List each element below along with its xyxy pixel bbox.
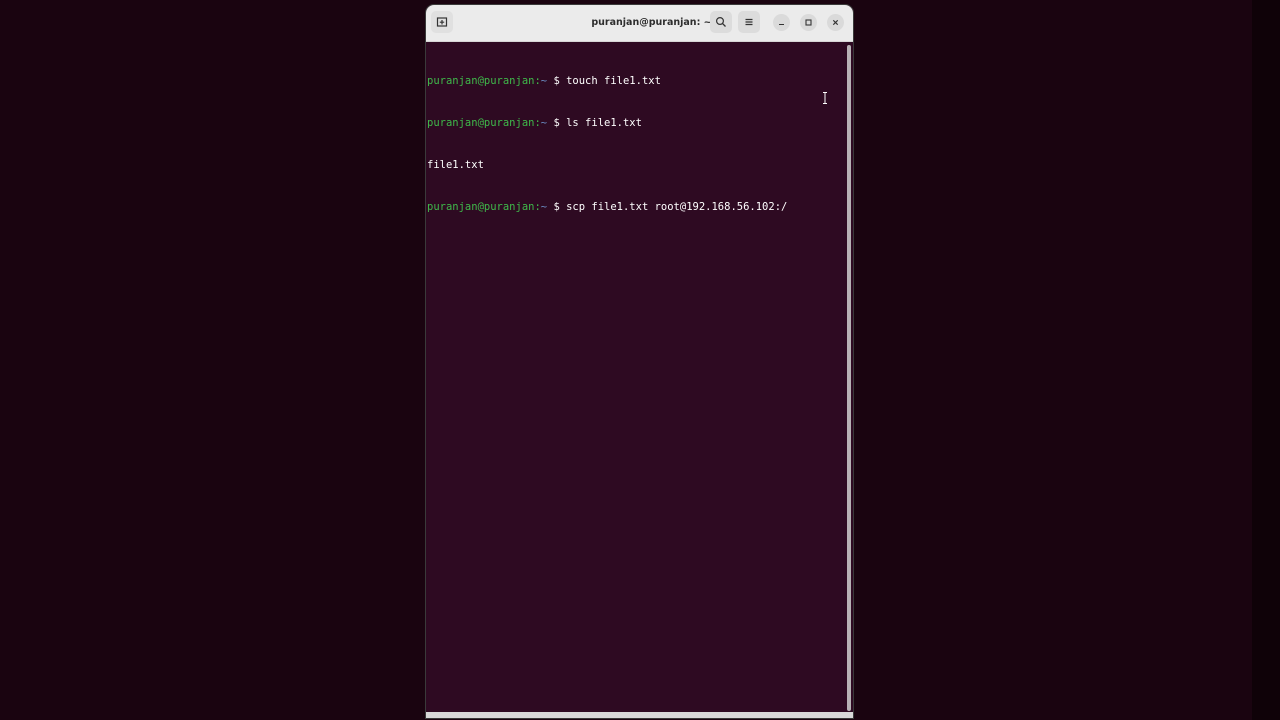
hamburger-menu-icon bbox=[745, 18, 753, 26]
command-text: scp file1.txt root@192.168.56.102:/ bbox=[566, 201, 788, 213]
terminal-window[interactable]: puranjan@puranjan: ~ puranjan@puranjan:~… bbox=[426, 5, 853, 718]
search-button[interactable] bbox=[710, 11, 732, 33]
terminal-line: puranjan@puranjan:~ $ ls file1.txt bbox=[427, 116, 853, 130]
prompt-user-host: puranjan@puranjan: bbox=[427, 75, 541, 87]
new-tab-button[interactable] bbox=[431, 11, 453, 33]
close-icon bbox=[832, 19, 839, 26]
search-icon bbox=[715, 16, 726, 27]
new-tab-icon bbox=[436, 17, 448, 27]
terminal-output[interactable]: puranjan@puranjan:~ $ touch file1.txt pu… bbox=[426, 42, 853, 718]
command-text: touch file1.txt bbox=[566, 75, 661, 87]
close-button[interactable] bbox=[827, 14, 844, 31]
title-bar[interactable]: puranjan@puranjan: ~ bbox=[426, 5, 853, 42]
terminal-line: puranjan@puranjan:~ $ touch file1.txt bbox=[427, 74, 853, 88]
prompt-user-host: puranjan@puranjan: bbox=[427, 117, 541, 129]
terminal-line: puranjan@puranjan:~ $ scp file1.txt root… bbox=[427, 200, 853, 214]
desktop: puranjan@puranjan: ~ puranjan@puranjan:~… bbox=[0, 0, 1280, 720]
window-title: puranjan@puranjan: ~ bbox=[591, 17, 712, 28]
maximize-button[interactable] bbox=[800, 14, 817, 31]
prompt-symbol: $ bbox=[547, 201, 567, 213]
desktop-edge-panel bbox=[1252, 0, 1280, 720]
minimize-button[interactable] bbox=[773, 14, 790, 31]
vertical-scrollbar[interactable] bbox=[847, 45, 851, 711]
text-cursor-icon bbox=[823, 92, 827, 104]
command-text: ls file1.txt bbox=[566, 117, 642, 129]
prompt-symbol: $ bbox=[547, 75, 567, 87]
window-bottom-edge bbox=[426, 712, 853, 718]
prompt-symbol: $ bbox=[547, 117, 567, 129]
command-output: file1.txt bbox=[427, 159, 484, 171]
maximize-icon bbox=[805, 19, 812, 26]
prompt-user-host: puranjan@puranjan: bbox=[427, 201, 541, 213]
menu-button[interactable] bbox=[738, 11, 760, 33]
terminal-line: file1.txt bbox=[427, 158, 853, 172]
minimize-icon bbox=[779, 23, 784, 26]
